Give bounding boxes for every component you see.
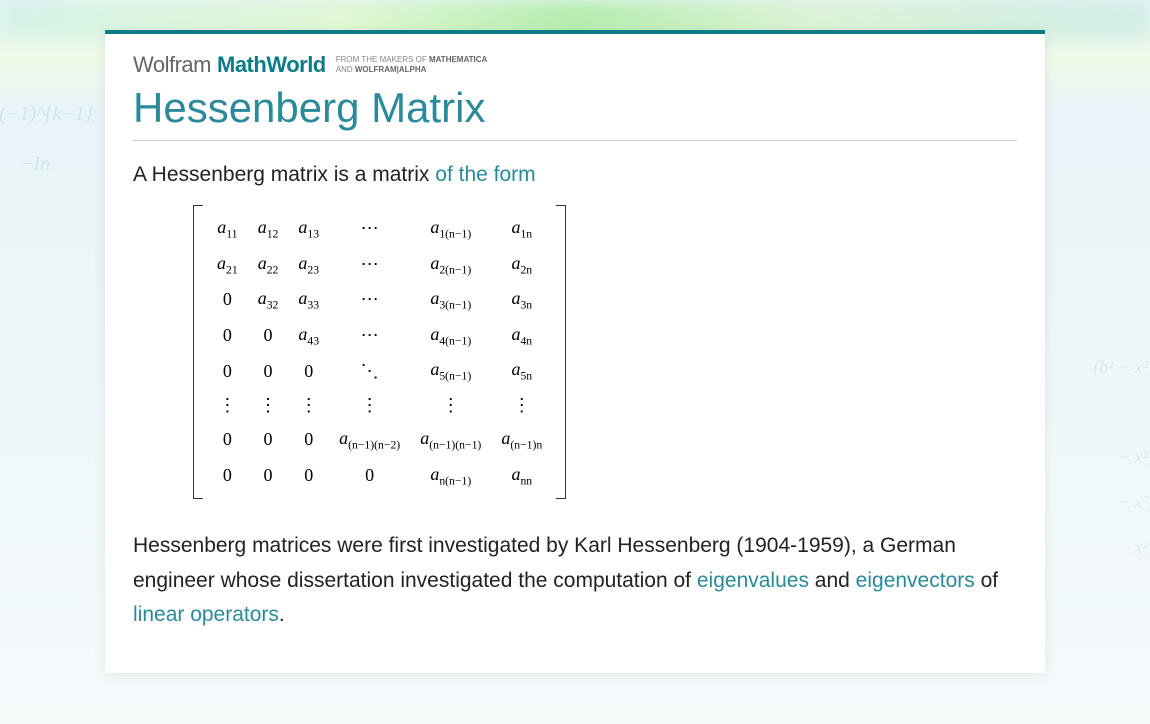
- page-title: Hessenberg Matrix: [133, 84, 1017, 132]
- matrix-cell: a(n−1)n: [491, 422, 552, 458]
- logo-wolfram: Wolfram: [133, 52, 211, 78]
- matrix-cell: 0: [207, 318, 248, 354]
- matrix-cell: ⋮: [410, 389, 491, 422]
- background-formula-right: x² (b² − x²) d x x²) − x²) d x − x²) d x…: [1093, 300, 1150, 570]
- matrix-cell: a1n: [491, 211, 552, 247]
- matrix-body: a11a12a13⋯a1(n−1)a1na21a22a23⋯a2(n−1)a2n…: [207, 211, 552, 493]
- matrix-cell: ⋮: [491, 389, 552, 422]
- matrix-cell: a4(n−1): [410, 318, 491, 354]
- matrix-cell: 0: [207, 282, 248, 318]
- matrix-cell: 0: [207, 422, 248, 458]
- content-card: Wolfram MathWorld FROM THE MAKERS OF MAT…: [105, 30, 1045, 673]
- matrix-cell: an(n−1): [410, 458, 491, 494]
- link-eigenvalues[interactable]: eigenvalues: [697, 569, 809, 592]
- matrix-cell: 0: [248, 458, 289, 494]
- matrix-cell: a23: [288, 247, 329, 283]
- matrix-cell: a4n: [491, 318, 552, 354]
- matrix-bracket-left: [193, 205, 203, 499]
- matrix-cell: 0: [288, 422, 329, 458]
- matrix-cell: ⋯: [329, 247, 410, 283]
- matrix-cell: a21: [207, 247, 248, 283]
- matrix-cell: a2n: [491, 247, 552, 283]
- matrix-cell: 0: [329, 458, 410, 494]
- matrix-cell: 0: [288, 353, 329, 389]
- link-of-the-form[interactable]: of the form: [435, 163, 535, 186]
- matrix-bracket-right: [556, 205, 566, 499]
- matrix-cell: 0: [207, 458, 248, 494]
- background-formula-left: ∞ ∑ (−1)^{k−1} k=1 −In: [0, 80, 93, 178]
- matrix-cell: ⋮: [329, 389, 410, 422]
- matrix-cell: 0: [248, 422, 289, 458]
- matrix-cell: ⋮: [207, 389, 248, 422]
- matrix-cell: a3(n−1): [410, 282, 491, 318]
- matrix-cell: a22: [248, 247, 289, 283]
- matrix-cell: a(n−1)(n−1): [410, 422, 491, 458]
- link-linear-operators[interactable]: linear operators: [133, 603, 279, 626]
- intro-paragraph: A Hessenberg matrix is a matrix of the f…: [133, 163, 1017, 187]
- matrix-cell: a5(n−1): [410, 353, 491, 389]
- matrix-cell: 0: [248, 318, 289, 354]
- matrix-cell: 0: [248, 353, 289, 389]
- matrix-cell: ⋯: [329, 282, 410, 318]
- logo-subtitle: FROM THE MAKERS OF MATHEMATICA AND WOLFR…: [336, 55, 488, 74]
- logo-math: Math: [217, 52, 266, 78]
- matrix-cell: ⋯: [329, 211, 410, 247]
- matrix-cell: a1(n−1): [410, 211, 491, 247]
- matrix-cell: 0: [288, 458, 329, 494]
- matrix-cell: a2(n−1): [410, 247, 491, 283]
- title-divider: [133, 140, 1017, 141]
- matrix-display: a11a12a13⋯a1(n−1)a1na21a22a23⋯a2(n−1)a2n…: [193, 205, 1017, 499]
- matrix-cell: ⋮: [248, 389, 289, 422]
- matrix-cell: a33: [288, 282, 329, 318]
- matrix-cell: ⋱: [329, 353, 410, 389]
- matrix-cell: a(n−1)(n−2): [329, 422, 410, 458]
- matrix-cell: a12: [248, 211, 289, 247]
- matrix-cell: a11: [207, 211, 248, 247]
- matrix-cell: a32: [248, 282, 289, 318]
- matrix-cell: a13: [288, 211, 329, 247]
- matrix-cell: a43: [288, 318, 329, 354]
- matrix-cell: ann: [491, 458, 552, 494]
- site-logo[interactable]: Wolfram MathWorld FROM THE MAKERS OF MAT…: [133, 52, 1017, 78]
- matrix-cell: a3n: [491, 282, 552, 318]
- matrix-cell: a5n: [491, 353, 552, 389]
- link-eigenvectors[interactable]: eigenvectors: [856, 569, 975, 592]
- matrix-cell: ⋮: [288, 389, 329, 422]
- description-paragraph: Hessenberg matrices were first investiga…: [133, 529, 1017, 633]
- matrix-cell: ⋯: [329, 318, 410, 354]
- matrix-cell: 0: [207, 353, 248, 389]
- logo-world: World: [266, 52, 325, 78]
